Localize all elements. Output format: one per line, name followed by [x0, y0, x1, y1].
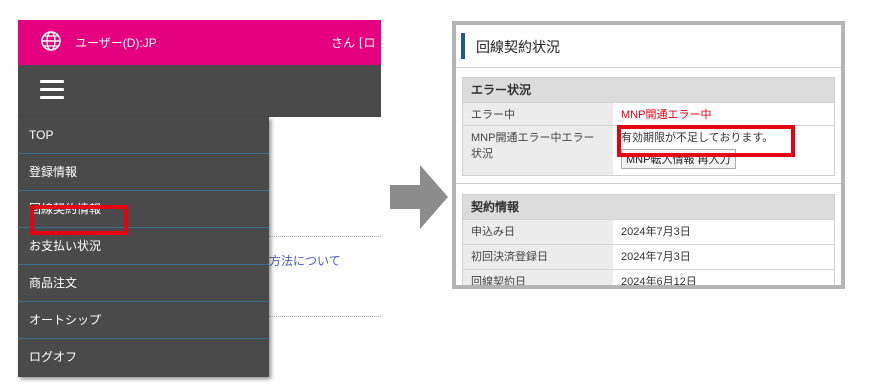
row-key: 回線契約日 [463, 270, 613, 285]
row-value: 2024年7月3日 [613, 245, 834, 269]
user-suffix[interactable]: さん [ロ [331, 34, 376, 51]
row-key: エラー中 [463, 103, 613, 125]
highlight-box [617, 125, 795, 157]
table-row: 申込み日 2024年7月3日 [463, 219, 834, 244]
contract-status-panel: 回線契約状況 エラー状況 エラー中 MNP開通エラー中 MNP開通エラー中エラー… [452, 21, 845, 289]
menu-item-logoff[interactable]: ログオフ [18, 339, 269, 376]
title-accent-bar [461, 33, 465, 59]
table-row: 回線契約日 2024年6月12日 [463, 269, 834, 285]
menu-item-top[interactable]: TOP [18, 117, 269, 154]
section-divider [456, 183, 841, 184]
contract-info-section: 契約情報 申込み日 2024年7月3日 初回決済登録日 2024年7月3日 回線… [462, 194, 835, 285]
row-key: 初回決済登録日 [463, 245, 613, 269]
row-value: 2024年6月12日 [613, 270, 834, 285]
page-title: 回線契約状況 [476, 39, 560, 55]
nav-bar [18, 65, 381, 117]
highlight-box [30, 205, 128, 235]
panel-header: 回線契約状況 [456, 25, 841, 67]
background-link[interactable]: 方法について [269, 252, 341, 269]
content-divider [269, 236, 381, 237]
row-key: MNP開通エラー中エラー状況 [463, 126, 613, 175]
row-value: 2024年7月3日 [613, 220, 834, 244]
title-divider [456, 67, 841, 68]
top-header-bar: ユーザー(D):JP さん [ロ [18, 20, 381, 65]
table-row: エラー中 MNP開通エラー中 [463, 102, 834, 125]
section-heading: 契約情報 [463, 195, 834, 219]
menu-item-product-order[interactable]: 商品注文 [18, 265, 269, 302]
row-value: MNP開通エラー中 [613, 103, 834, 125]
right-arrow-icon [390, 165, 448, 229]
content-divider [269, 316, 381, 317]
row-key: 申込み日 [463, 220, 613, 244]
dropdown-menu: TOP 登録情報 回線契約情報 お支払い状況 商品注文 オートシップ ログオフ [18, 117, 269, 377]
section-heading: エラー状況 [463, 78, 834, 102]
globe-icon[interactable] [40, 30, 62, 52]
site-screen: ユーザー(D):JP さん [ロ 方法について TOP 登録情報 回線契約情報 … [18, 20, 381, 377]
user-label: ユーザー(D):JP [75, 36, 157, 50]
menu-item-registration[interactable]: 登録情報 [18, 154, 269, 191]
hamburger-menu-icon[interactable] [40, 80, 64, 99]
menu-item-autoship[interactable]: オートシップ [18, 302, 269, 339]
table-row: 初回決済登録日 2024年7月3日 [463, 244, 834, 269]
